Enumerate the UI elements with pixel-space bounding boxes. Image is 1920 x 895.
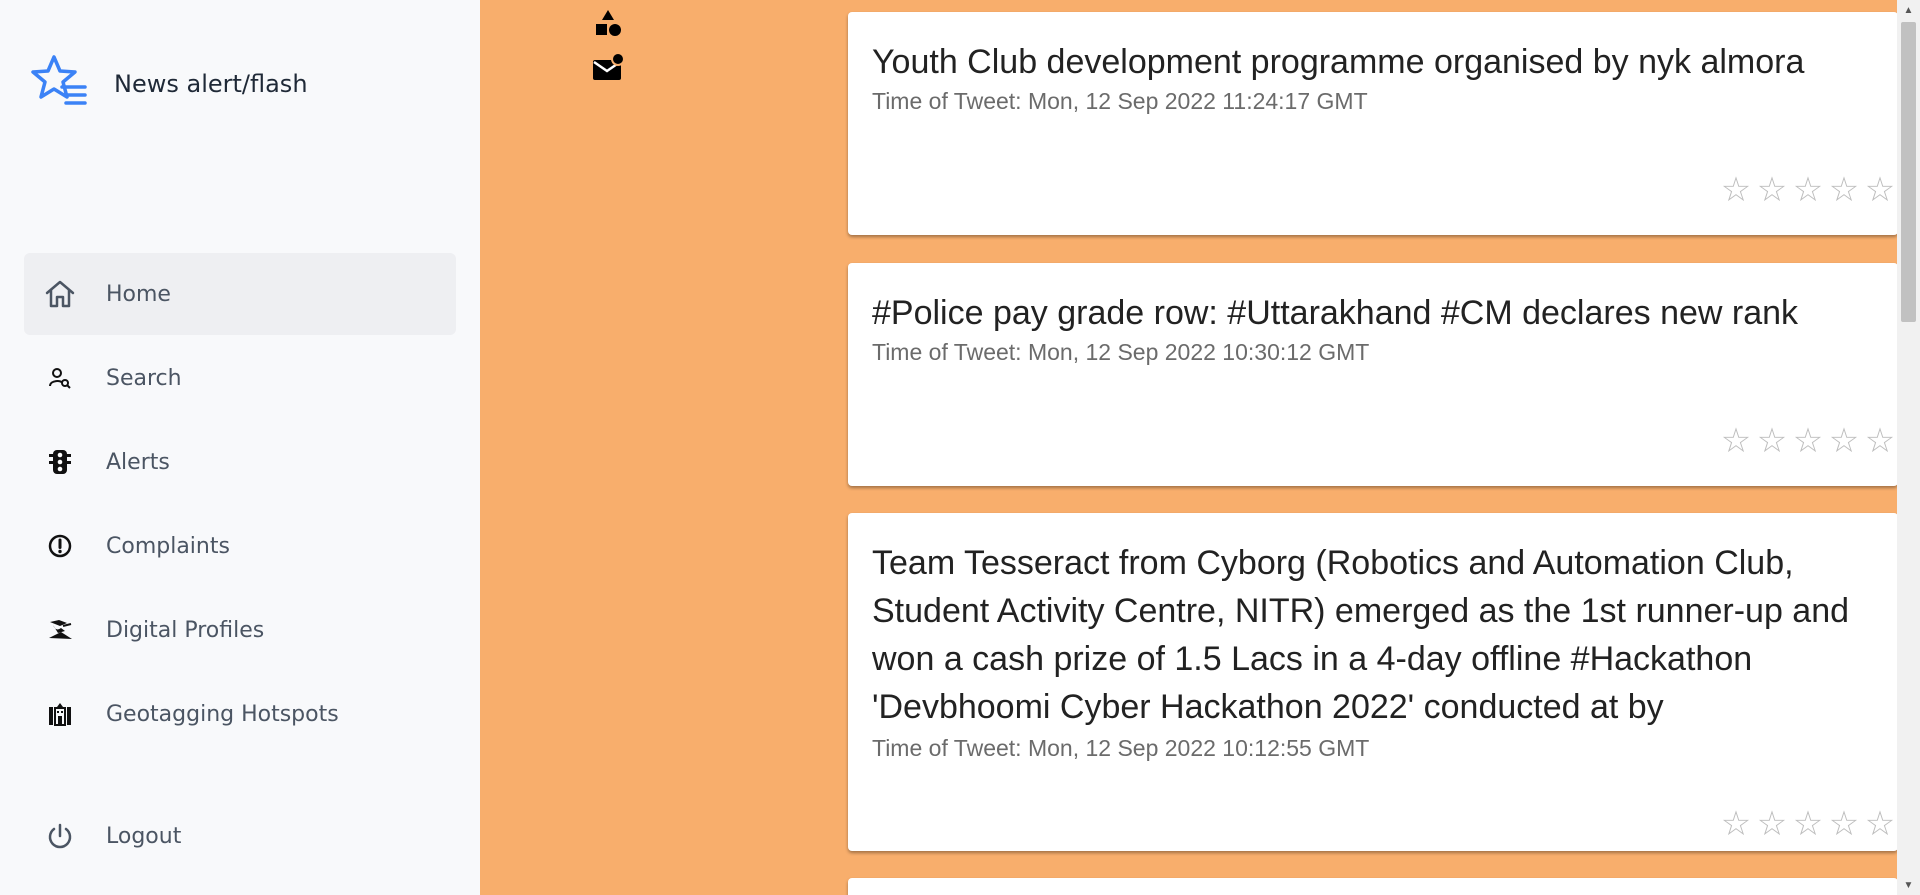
sidebar-item-home[interactable]: Home	[24, 253, 456, 335]
tweet-title: #Police pay grade row: #Uttarakhand #CM …	[872, 294, 1799, 332]
traffic-light-icon	[40, 442, 80, 482]
sidebar-item-label: Alerts	[106, 449, 170, 475]
sidebar-item-label: Search	[106, 365, 182, 391]
star-icon[interactable]: ☆	[1754, 423, 1790, 459]
star-rating: ☆ ☆ ☆ ☆ ☆	[1718, 806, 1897, 842]
brand[interactable]: News alert/flash	[30, 48, 308, 120]
sidebar-item-alerts[interactable]: Alerts	[24, 421, 456, 503]
logout-button[interactable]: Logout	[24, 795, 456, 877]
scroll-up-icon[interactable]: ▲	[1897, 0, 1920, 20]
shapes-icon[interactable]	[590, 2, 626, 46]
star-icon[interactable]: ☆	[1862, 172, 1897, 208]
star-icon[interactable]: ☆	[1862, 423, 1897, 459]
star-icon[interactable]: ☆	[1754, 806, 1790, 842]
tweet-time: Time of Tweet: Mon, 12 Sep 2022 10:12:55…	[872, 735, 1370, 761]
star-icon[interactable]: ☆	[1718, 806, 1754, 842]
sidebar-item-label: Geotagging Hotspots	[106, 701, 339, 727]
star-icon[interactable]: ☆	[1718, 423, 1754, 459]
scrollbar[interactable]: ▲ ▼	[1897, 0, 1920, 895]
profile-icon	[40, 610, 80, 650]
star-list-icon	[30, 53, 88, 116]
sidebar-item-label: Digital Profiles	[106, 617, 265, 643]
tweet-card[interactable]: Team Tesseract from Cyborg (Robotics and…	[848, 513, 1897, 851]
user-search-icon	[40, 358, 80, 398]
star-icon[interactable]: ☆	[1826, 172, 1862, 208]
star-icon[interactable]: ☆	[1790, 806, 1826, 842]
tweet-time: Time of Tweet: Mon, 12 Sep 2022 11:24:17…	[872, 88, 1368, 114]
star-icon[interactable]: ☆	[1754, 172, 1790, 208]
star-icon[interactable]: ☆	[1826, 806, 1862, 842]
tweet-time: Time of Tweet: Mon, 12 Sep 2022 10:30:12…	[872, 339, 1370, 365]
sidebar-item-geotagging-hotspots[interactable]: Geotagging Hotspots	[24, 673, 456, 755]
tweet-title: Youth Club development programme organis…	[872, 43, 1805, 81]
news-feed: Youth Club development programme organis…	[480, 0, 1897, 895]
toolbar	[590, 2, 626, 90]
star-icon[interactable]: ☆	[1790, 172, 1826, 208]
star-rating: ☆ ☆ ☆ ☆ ☆	[1718, 172, 1897, 208]
home-icon	[40, 274, 80, 314]
sidebar-item-label: Logout	[106, 823, 182, 849]
brand-title: News alert/flash	[114, 70, 308, 98]
sidebar-item-label: Complaints	[106, 533, 230, 559]
star-rating: ☆ ☆ ☆ ☆ ☆	[1718, 423, 1897, 459]
exclamation-circle-icon	[40, 526, 80, 566]
sidebar-item-label: Home	[106, 281, 171, 307]
star-icon[interactable]: ☆	[1718, 172, 1754, 208]
scroll-down-icon[interactable]: ▼	[1897, 875, 1920, 895]
building-icon	[40, 694, 80, 734]
tweet-card[interactable]: #Police pay grade row: #Uttarakhand #CM …	[848, 263, 1897, 486]
sidebar-item-search[interactable]: Search	[24, 337, 456, 419]
sidebar-item-complaints[interactable]: Complaints	[24, 505, 456, 587]
power-icon	[40, 816, 80, 856]
sidebar: News alert/flash Home Search Alerts Comp…	[0, 0, 480, 895]
star-icon[interactable]: ☆	[1790, 423, 1826, 459]
tweet-card[interactable]: Youth Club development programme organis…	[848, 12, 1897, 235]
sidebar-item-digital-profiles[interactable]: Digital Profiles	[24, 589, 456, 671]
star-icon[interactable]: ☆	[1862, 806, 1897, 842]
tweet-card[interactable]	[848, 878, 1897, 895]
scroll-thumb[interactable]	[1901, 22, 1916, 322]
star-icon[interactable]: ☆	[1826, 423, 1862, 459]
mail-notification-icon[interactable]	[590, 46, 626, 90]
tweet-title: Team Tesseract from Cyborg (Robotics and…	[872, 544, 1850, 726]
